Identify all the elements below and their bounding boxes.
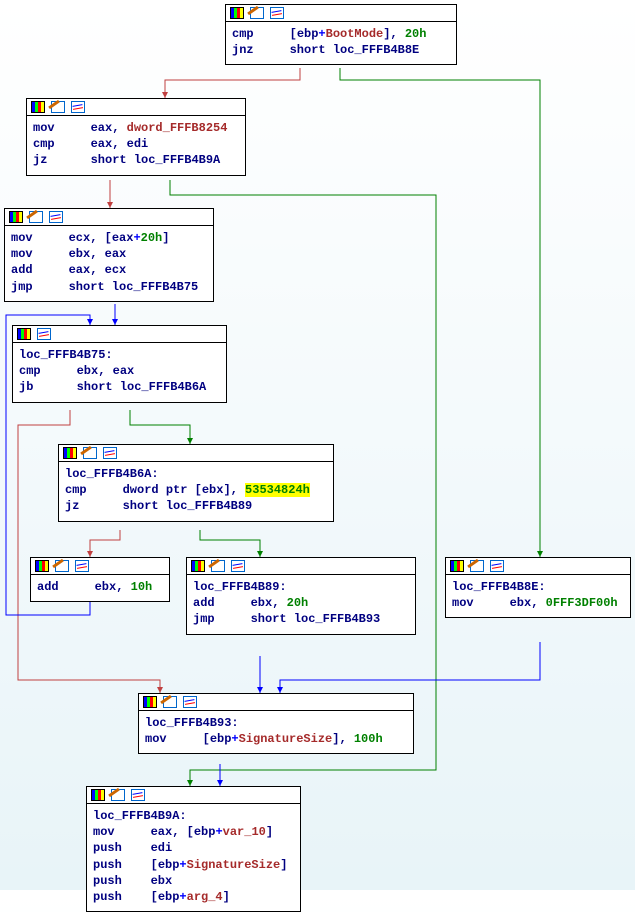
node-header [87,787,300,804]
node-body: add ebx, 10h [31,575,169,601]
edit-icon [250,7,264,19]
bb-node-5[interactable]: loc_FFFB4B6A: cmp dword ptr [ebx], 53534… [58,444,334,522]
edit-icon [163,696,177,708]
chart-icon [103,447,117,459]
node-header [187,558,415,575]
node-body: loc_FFFB4B9A: mov eax, [ebp+var_10] push… [87,804,300,911]
edit-icon [211,560,225,572]
bb-node-3[interactable]: mov ecx, [eax+20h] mov ebx, eax add eax,… [4,208,214,302]
node-header [59,445,333,462]
color-bars-icon [17,328,31,340]
color-bars-icon [31,101,45,113]
node-body: mov eax, dword_FFFB8254 cmp eax, edi jz … [27,116,245,175]
chart-icon [49,211,63,223]
node-body: loc_FFFB4B75: cmp ebx, eax jb short loc_… [13,343,226,402]
edit-icon [111,789,125,801]
bb-node-10[interactable]: loc_FFFB4B9A: mov eax, [ebp+var_10] push… [86,786,301,912]
edit-icon [83,447,97,459]
node-header [27,99,245,116]
edit-icon [29,211,43,223]
chart-icon [490,560,504,572]
chart-icon [75,560,89,572]
node-header [139,694,413,711]
chart-icon [270,7,284,19]
color-bars-icon [143,696,157,708]
chart-icon [131,789,145,801]
edit-icon [55,560,69,572]
color-bars-icon [230,7,244,19]
chart-icon [37,328,51,340]
bb-node-7[interactable]: loc_FFFB4B89: add ebx, 20h jmp short loc… [186,557,416,635]
color-bars-icon [63,447,77,459]
bb-node-9[interactable]: loc_FFFB4B93: mov [ebp+SignatureSize], 1… [138,693,414,754]
node-header [5,209,213,226]
chart-icon [71,101,85,113]
node-body: cmp [ebp+BootMode], 20h jnz short loc_FF… [226,22,456,64]
color-bars-icon [450,560,464,572]
node-header [446,558,630,575]
chart-icon [231,560,245,572]
bb-node-4[interactable]: loc_FFFB4B75: cmp ebx, eax jb short loc_… [12,325,227,403]
node-body: loc_FFFB4B6A: cmp dword ptr [ebx], 53534… [59,462,333,521]
node-body: loc_FFFB4B8E: mov ebx, 0FFF3DF00h [446,575,630,617]
node-body: loc_FFFB4B93: mov [ebp+SignatureSize], 1… [139,711,413,753]
edit-icon [51,101,65,113]
bb-node-6[interactable]: add ebx, 10h [30,557,170,602]
bb-node-1[interactable]: cmp [ebp+BootMode], 20h jnz short loc_FF… [225,4,457,65]
color-bars-icon [91,789,105,801]
color-bars-icon [9,211,23,223]
color-bars-icon [191,560,205,572]
chart-icon [183,696,197,708]
bb-node-2[interactable]: mov eax, dword_FFFB8254 cmp eax, edi jz … [26,98,246,176]
node-header [13,326,226,343]
edit-icon [470,560,484,572]
node-header [31,558,169,575]
color-bars-icon [35,560,49,572]
node-header [226,5,456,22]
node-body: loc_FFFB4B89: add ebx, 20h jmp short loc… [187,575,415,634]
node-body: mov ecx, [eax+20h] mov ebx, eax add eax,… [5,226,213,301]
bb-node-8[interactable]: loc_FFFB4B8E: mov ebx, 0FFF3DF00h [445,557,631,618]
